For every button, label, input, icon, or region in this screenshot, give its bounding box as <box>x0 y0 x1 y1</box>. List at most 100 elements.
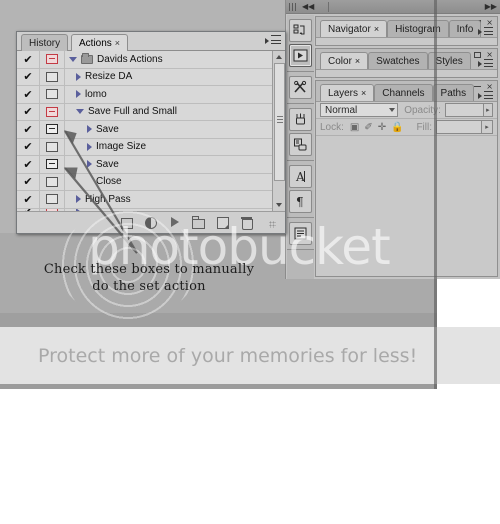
layers-panel-menu-icon[interactable] <box>478 91 493 100</box>
row-name-cell[interactable]: Save Full and Small <box>65 106 272 117</box>
twirl-right-icon[interactable] <box>87 125 92 134</box>
row-dialog-cell[interactable] <box>40 138 65 155</box>
delete-button[interactable] <box>240 216 253 230</box>
tab-navigator-close-icon[interactable]: × <box>374 24 379 34</box>
blend-mode-select[interactable]: Normal <box>320 103 399 117</box>
table-row[interactable]: ✔ Save <box>17 121 272 139</box>
row-name-cell[interactable]: Image Size <box>65 141 272 152</box>
table-row[interactable]: ✔ Resize DA <box>17 68 272 86</box>
twirl-right-icon[interactable] <box>76 90 81 99</box>
clone-source-panel-icon[interactable] <box>289 133 312 156</box>
create-new-set-button[interactable] <box>192 216 205 229</box>
stop-playing-recording-button[interactable] <box>120 216 133 229</box>
minimize-icon[interactable] <box>474 86 482 87</box>
scroll-up-arrow-icon[interactable] <box>276 55 282 59</box>
close-icon[interactable]: × <box>486 18 493 27</box>
play-selection-button[interactable] <box>168 216 181 229</box>
row-toggle-cell[interactable]: ✔ <box>17 138 40 155</box>
tab-layers-close-icon[interactable]: × <box>361 88 366 98</box>
collapse-dock-icon[interactable]: ◀◀ <box>302 3 314 11</box>
scroll-down-arrow-icon[interactable] <box>276 203 282 207</box>
notes-panel-icon[interactable] <box>289 222 312 245</box>
tab-swatches[interactable]: Swatches <box>368 52 428 69</box>
tab-history[interactable]: History <box>21 34 69 51</box>
row-name-cell[interactable]: Resize DA <box>65 71 272 82</box>
row-toggle-cell[interactable]: ✔ <box>17 103 40 120</box>
row-toggle-cell[interactable]: ✔ <box>17 191 40 208</box>
row-dialog-cell[interactable] <box>40 68 65 85</box>
navigator-panel-menu-icon[interactable] <box>478 27 493 36</box>
opacity-spinner[interactable]: ▸ <box>483 103 493 117</box>
table-row[interactable]: ✔ lomo <box>17 86 272 104</box>
lock-position-icon[interactable]: ✛ <box>378 122 386 133</box>
fill-input[interactable] <box>436 120 482 134</box>
table-row[interactable]: ✔ Save Full and Small <box>17 103 272 121</box>
row-name-cell[interactable]: lomo <box>65 89 272 100</box>
lock-transparent-pixels-icon[interactable]: ▣ <box>350 122 359 133</box>
dock-drag-grip[interactable] <box>289 3 298 11</box>
photobucket-banner[interactable]: Protect more of your memories for less! <box>0 327 500 384</box>
character-panel-icon[interactable]: A <box>289 165 312 188</box>
row-dialog-cell[interactable] <box>40 51 65 68</box>
row-toggle-cell[interactable]: ✔ <box>17 156 40 173</box>
actions-scrollbar[interactable] <box>272 51 285 211</box>
row-name-cell[interactable]: Save <box>65 124 272 135</box>
twirl-right-icon[interactable] <box>87 160 92 169</box>
tab-paths[interactable]: Paths <box>432 84 475 101</box>
paragraph-panel-icon[interactable]: ¶ <box>289 190 312 213</box>
row-toggle-cell[interactable]: ✔ <box>17 86 40 103</box>
expand-dock-icon[interactable]: ▶▶ <box>485 3 497 11</box>
tab-layers[interactable]: Layers × <box>320 84 375 101</box>
close-icon[interactable]: × <box>486 82 493 91</box>
tab-color-close-icon[interactable]: × <box>355 56 360 66</box>
row-name-cell[interactable]: High Pass <box>65 194 272 205</box>
brushes-panel-icon[interactable] <box>289 108 312 131</box>
tab-channels[interactable]: Channels <box>374 84 433 101</box>
close-icon[interactable]: × <box>486 50 493 59</box>
tab-actions-close-icon[interactable]: × <box>115 38 120 48</box>
tab-info[interactable]: Info <box>448 20 482 37</box>
begin-recording-button[interactable] <box>144 216 157 229</box>
color-panel-menu-icon[interactable] <box>478 59 493 68</box>
row-name-cell[interactable]: Close <box>65 176 272 187</box>
row-dialog-cell[interactable] <box>40 121 65 138</box>
twirl-down-icon[interactable] <box>69 56 77 62</box>
twirl-right-icon[interactable] <box>76 72 81 81</box>
actions-panel-menu-icon[interactable] <box>265 35 281 48</box>
actions-panel-icon[interactable] <box>289 44 312 67</box>
row-name-cell[interactable]: Davids Actions <box>65 52 272 65</box>
dock-title-bar[interactable]: ◀◀ ▶▶ <box>286 0 500 14</box>
lock-all-icon[interactable]: 🔒 <box>391 122 403 133</box>
create-new-action-button[interactable] <box>216 216 229 229</box>
twirl-right-icon[interactable] <box>87 142 92 151</box>
row-toggle-cell[interactable]: ✔ <box>17 173 40 190</box>
table-row[interactable]: ✔ High Pass <box>17 191 272 209</box>
resize-grip[interactable] <box>264 216 277 229</box>
layers-list-area[interactable] <box>316 136 497 142</box>
scrollbar-thumb[interactable] <box>274 63 285 181</box>
tool-presets-panel-icon[interactable] <box>289 76 312 99</box>
row-dialog-cell[interactable] <box>40 156 65 173</box>
row-dialog-cell[interactable] <box>40 173 65 190</box>
fill-spinner[interactable]: ▸ <box>482 120 493 134</box>
row-name-cell[interactable]: Save <box>65 159 272 170</box>
table-row[interactable]: ✔ Close <box>17 173 272 191</box>
minimize-icon[interactable] <box>474 51 482 58</box>
history-panel-icon[interactable] <box>289 19 312 42</box>
table-row[interactable]: ✔ Save <box>17 156 272 174</box>
row-dialog-cell[interactable] <box>40 86 65 103</box>
tab-navigator[interactable]: Navigator × <box>320 20 388 37</box>
twirl-down-icon[interactable] <box>76 109 84 115</box>
row-toggle-cell[interactable]: ✔ <box>17 68 40 85</box>
table-row[interactable]: ✔ Davids Actions <box>17 51 272 69</box>
row-dialog-cell[interactable] <box>40 103 65 120</box>
row-toggle-cell[interactable]: ✔ <box>17 51 40 68</box>
twirl-right-icon[interactable] <box>76 195 81 204</box>
opacity-input[interactable] <box>444 103 484 117</box>
row-toggle-cell[interactable]: ✔ <box>17 121 40 138</box>
tab-histogram[interactable]: Histogram <box>387 20 449 37</box>
tab-actions[interactable]: Actions × <box>71 34 129 51</box>
lock-image-pixels-icon[interactable]: ✐ <box>364 122 372 133</box>
chevron-down-icon[interactable] <box>389 108 396 112</box>
row-dialog-cell[interactable] <box>40 191 65 208</box>
